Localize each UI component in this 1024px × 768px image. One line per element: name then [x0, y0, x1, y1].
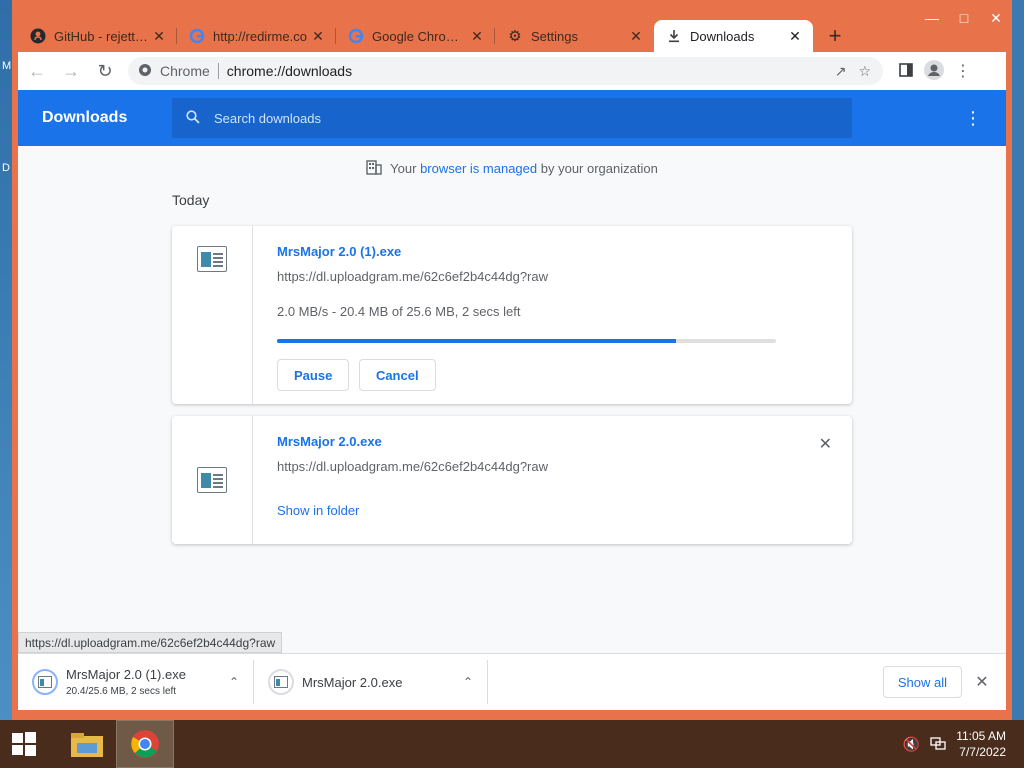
new-tab-button[interactable]: + [819, 20, 851, 52]
chrome-taskbar-icon[interactable] [116, 720, 174, 768]
page-title: Downloads [42, 109, 128, 126]
managed-prefix: Your [390, 161, 417, 176]
network-icon[interactable] [930, 736, 946, 753]
reload-icon[interactable]: ↻ [90, 56, 120, 86]
file-name-link[interactable]: MrsMajor 2.0 (1).exe [277, 244, 852, 259]
address-bar[interactable]: Chrome chrome://downloads ↗ ☆ [128, 57, 883, 85]
search-placeholder: Search downloads [214, 110, 321, 126]
chrome-window: — □ ✕ GitHub - rejetto/h ✕ http://redirm… [12, 0, 1012, 720]
shelf-item[interactable]: MrsMajor 2.0.exe ⌃ [254, 660, 488, 704]
windows-start-icon[interactable] [0, 720, 48, 768]
link-status-bubble: https://dl.uploadgram.me/62c6ef2b4c44dg?… [18, 632, 283, 653]
profile-avatar-icon[interactable] [923, 59, 945, 84]
maximize-icon[interactable]: □ [948, 6, 980, 30]
clock-time: 11:05 AM [956, 729, 1006, 743]
file-explorer-icon[interactable] [58, 720, 116, 768]
managed-link[interactable]: browser is managed [420, 161, 537, 176]
tab-google-chrome[interactable]: Google Chrome b ✕ [336, 20, 495, 52]
exe-file-icon [197, 246, 227, 272]
tab-close-icon[interactable]: ✕ [787, 28, 803, 45]
system-tray: 🔇 11:05 AM 7/7/2022 [903, 728, 1024, 760]
minimize-icon[interactable]: — [916, 6, 948, 30]
gear-icon: ⚙ [508, 28, 522, 45]
chevron-up-icon[interactable]: ⌃ [463, 675, 473, 689]
desktop-background: M D [0, 0, 12, 720]
cancel-button[interactable]: Cancel [358, 359, 436, 391]
tab-title: Google Chrome b [372, 28, 469, 44]
download-status: 2.0 MB/s - 20.4 MB of 25.6 MB, 2 secs le… [277, 304, 521, 319]
omnibox-divider [217, 63, 219, 79]
more-actions-icon[interactable]: ⋮ [964, 108, 982, 129]
chrome-menu-icon[interactable]: ⋮ [955, 61, 971, 81]
exe-file-icon [197, 467, 227, 493]
clock[interactable]: 11:05 AM 7/7/2022 [956, 728, 1006, 760]
speaker-muted-icon[interactable]: 🔇 [903, 736, 920, 753]
chrome-site-icon [138, 63, 152, 80]
chevron-up-icon[interactable]: ⌃ [229, 675, 239, 689]
download-shelf: MrsMajor 2.0 (1).exe 20.4/25.6 MB, 2 sec… [18, 653, 1006, 710]
show-in-folder-link[interactable]: Show in folder [277, 503, 852, 518]
share-icon[interactable]: ↗ [835, 63, 847, 80]
progress-fill [277, 339, 677, 343]
shelf-item[interactable]: MrsMajor 2.0 (1).exe 20.4/25.6 MB, 2 sec… [18, 660, 254, 704]
taskbar: 🔇 11:05 AM 7/7/2022 [0, 720, 1024, 768]
tab-title: http://redirme.co [213, 28, 307, 44]
tab-close-icon[interactable]: ✕ [628, 28, 644, 45]
tab-close-icon[interactable]: ✕ [151, 28, 167, 45]
file-icon [268, 669, 294, 695]
back-icon[interactable]: ← [22, 56, 52, 86]
tab-github[interactable]: GitHub - rejetto/h ✕ [18, 20, 177, 52]
tab-close-icon[interactable]: ✕ [310, 28, 326, 45]
downloads-header: Downloads Search downloads ⋮ [18, 90, 1006, 146]
search-icon [186, 109, 200, 127]
close-icon[interactable]: ✕ [980, 6, 1012, 30]
browser-toolbar: ← → ↻ Chrome chrome://downloads ↗ ☆ ⋮ [18, 52, 1006, 90]
download-item: MrsMajor 2.0.exe https://dl.uploadgram.m… [172, 416, 852, 544]
google-icon [348, 28, 364, 44]
close-shelf-icon[interactable]: ✕ [962, 672, 1002, 692]
managed-suffix: by your organization [540, 161, 658, 176]
shelf-item-status: 20.4/25.6 MB, 2 secs left [66, 686, 177, 697]
google-icon [189, 28, 205, 44]
tab-title: Settings [531, 28, 578, 44]
download-item: MrsMajor 2.0 (1).exe https://dl.uploadgr… [172, 226, 852, 404]
side-panel-icon[interactable] [899, 62, 913, 80]
tab-downloads[interactable]: Downloads ✕ [654, 20, 813, 52]
search-input[interactable]: Search downloads [172, 98, 852, 138]
remove-from-list-icon[interactable]: ✕ [819, 434, 832, 454]
window-controls: — □ ✕ [916, 6, 1012, 30]
download-progress-icon [32, 669, 58, 695]
building-icon [366, 159, 382, 178]
bookmark-star-icon[interactable]: ☆ [858, 63, 871, 80]
tab-title: Downloads [690, 28, 755, 44]
clock-date: 7/7/2022 [959, 745, 1006, 759]
show-all-button[interactable]: Show all [882, 666, 962, 698]
file-name-link[interactable]: MrsMajor 2.0.exe [277, 434, 852, 449]
file-icon-column [172, 226, 253, 404]
url-text[interactable]: chrome://downloads [227, 63, 352, 79]
file-url-link[interactable]: https://dl.uploadgram.me/62c6ef2b4c44dg?… [277, 459, 852, 474]
desktop-icon-label: D [2, 162, 10, 174]
tab-strip: GitHub - rejetto/h ✕ http://redirme.co ✕… [18, 20, 851, 52]
desktop-icon-label: M [2, 60, 12, 72]
file-icon-column [172, 416, 253, 544]
shelf-item-name: MrsMajor 2.0 (1).exe [66, 667, 186, 682]
shelf-item-name: MrsMajor 2.0.exe [302, 674, 403, 690]
forward-icon[interactable]: → [56, 56, 86, 86]
date-heading: Today [172, 192, 210, 208]
tab-redirme[interactable]: http://redirme.co ✕ [177, 20, 336, 52]
site-label: Chrome [160, 63, 210, 79]
github-icon [30, 28, 46, 44]
downloads-page: Downloads Search downloads ⋮ Your browse… [18, 90, 1006, 653]
tab-settings[interactable]: ⚙ Settings ✕ [495, 20, 654, 52]
file-url-link[interactable]: https://dl.uploadgram.me/62c6ef2b4c44dg?… [277, 269, 852, 284]
tab-title: GitHub - rejetto/h [54, 28, 151, 44]
managed-notice: Your browser is managed by your organiza… [18, 159, 1006, 178]
tab-close-icon[interactable]: ✕ [469, 28, 485, 45]
pause-button[interactable]: Pause [277, 359, 350, 391]
download-icon [666, 28, 682, 44]
download-progress-bar [277, 339, 776, 343]
